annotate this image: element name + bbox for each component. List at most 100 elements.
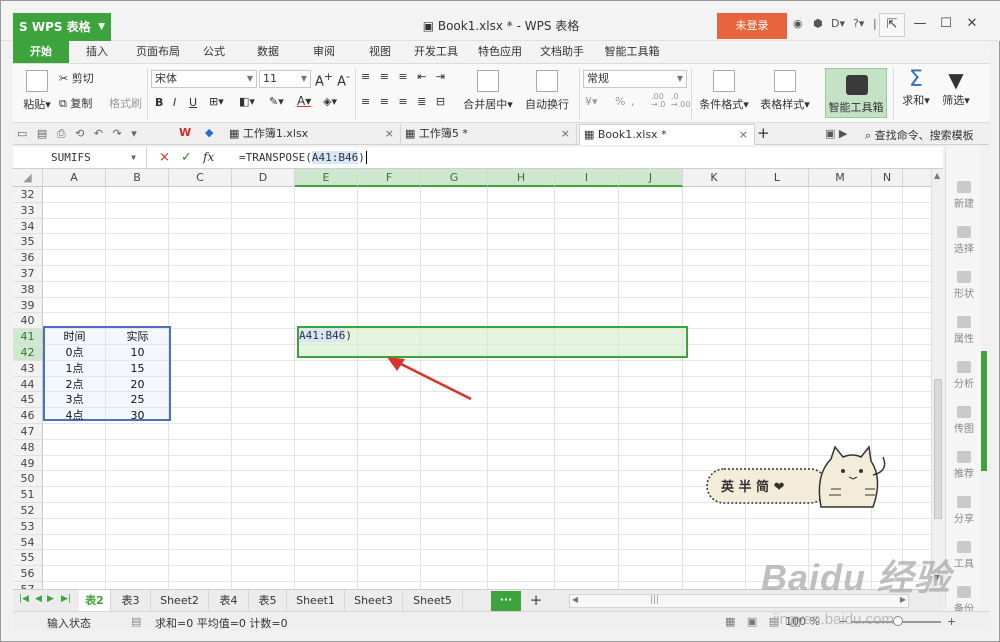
- formula-input[interactable]: =TRANSPOSE(A41:B46): [239, 147, 367, 169]
- row-header-48[interactable]: 48: [13, 439, 43, 456]
- table-cell[interactable]: 25: [106, 392, 169, 408]
- sum-button[interactable]: Σ 求和▾: [897, 68, 935, 108]
- tab-data[interactable]: 数据: [247, 41, 289, 63]
- paste-button[interactable]: 粘贴▾: [19, 70, 55, 112]
- row-header-57[interactable]: 57: [13, 582, 43, 589]
- row-header-36[interactable]: 36: [13, 250, 43, 266]
- sidebar-item-0[interactable]: 新建: [946, 181, 982, 210]
- tab-page-layout[interactable]: 页面布局: [129, 41, 187, 63]
- table-header-cell[interactable]: 时间: [43, 329, 106, 345]
- add-sheet-button[interactable]: +: [525, 590, 547, 612]
- scroll-right-icon[interactable]: ▶: [900, 595, 906, 604]
- sidebar-item-6[interactable]: 推荐: [946, 451, 982, 480]
- settings-icon[interactable]: ⬢: [813, 17, 823, 30]
- row-header-51[interactable]: 51: [13, 487, 43, 503]
- sidebar-item-4[interactable]: 分析: [946, 361, 982, 390]
- column-header-k[interactable]: K: [683, 169, 746, 187]
- number-format-select[interactable]: 常规 ▼: [583, 70, 687, 88]
- row-header-43[interactable]: 43: [13, 360, 43, 377]
- tab-doc-assistant[interactable]: 文档助手: [531, 41, 593, 63]
- table-cell[interactable]: 2点: [43, 377, 106, 393]
- row-header-40[interactable]: 40: [13, 313, 43, 330]
- wrap-text-button[interactable]: 自动换行: [521, 70, 573, 112]
- doc-tab-workbook5[interactable]: ▦ 工作簿5 * ×: [401, 124, 577, 145]
- row-header-50[interactable]: 50: [13, 471, 43, 488]
- row-header-49[interactable]: 49: [13, 455, 43, 472]
- cloud-icon[interactable]: ◆: [205, 126, 213, 139]
- sheet-tab-1[interactable]: 表3: [111, 590, 151, 612]
- tab-home[interactable]: 开始: [13, 41, 69, 63]
- table-cell[interactable]: 10: [106, 345, 169, 361]
- help-icon[interactable]: ?▾: [853, 17, 864, 30]
- first-sheet-icon[interactable]: |◀: [19, 594, 29, 604]
- row-header-56[interactable]: 56: [13, 566, 43, 582]
- sheet-tab-2[interactable]: Sheet2: [151, 590, 209, 612]
- sidebar-item-3[interactable]: 属性: [946, 316, 982, 345]
- table-cell[interactable]: 1点: [43, 361, 106, 377]
- column-header-c[interactable]: C: [169, 169, 232, 187]
- percent-button[interactable]: %: [615, 95, 625, 108]
- sheet-tab-5[interactable]: Sheet1: [287, 590, 345, 612]
- zoom-slider-knob[interactable]: [893, 616, 903, 626]
- scroll-thumb-grip[interactable]: |||: [650, 595, 659, 605]
- scroll-down-icon[interactable]: ▼: [934, 573, 940, 582]
- zoom-level[interactable]: 100 %: [785, 615, 820, 628]
- font-grow-button[interactable]: A+ A-: [315, 70, 350, 89]
- tab-insert[interactable]: 插入: [75, 41, 119, 63]
- row-header-34[interactable]: 34: [13, 218, 43, 235]
- sidebar-item-8[interactable]: 工具: [946, 541, 982, 570]
- tab-view[interactable]: 视图: [359, 41, 401, 63]
- row-header-55[interactable]: 55: [13, 550, 43, 567]
- row-header-33[interactable]: 33: [13, 202, 43, 219]
- row-header-35[interactable]: 35: [13, 234, 43, 251]
- sidebar-item-2[interactable]: 形状: [946, 271, 982, 300]
- thousands-icon[interactable]: ,: [631, 95, 635, 108]
- doc-tab-book1[interactable]: ▦ Book1.xlsx * ×: [579, 124, 755, 145]
- sidebar-item-1[interactable]: 选择: [946, 226, 982, 255]
- minimize-button[interactable]: —: [907, 13, 933, 37]
- skin-icon[interactable]: ◉: [793, 17, 803, 30]
- column-header-h[interactable]: H: [488, 169, 555, 187]
- tab-features[interactable]: 特色应用: [469, 41, 531, 63]
- sidebar-item-7[interactable]: 分享: [946, 496, 982, 525]
- row-header-54[interactable]: 54: [13, 534, 43, 551]
- zoom-in-icon[interactable]: +: [947, 615, 956, 628]
- column-header-f[interactable]: F: [358, 169, 421, 187]
- quick-access-icons[interactable]: ▭ ▤ ⎙ ⟲ ↶ ↷ ▾: [17, 127, 140, 141]
- table-cell[interactable]: 30: [106, 408, 169, 424]
- row-header-47[interactable]: 47: [13, 424, 43, 440]
- cut-button[interactable]: ✂ 剪切: [59, 70, 94, 86]
- font-name-select[interactable]: 宋体 ▼: [151, 70, 257, 88]
- format-painter-button[interactable]: 格式刷: [109, 95, 142, 111]
- restore-ribbon-button[interactable]: ⇱: [879, 13, 905, 37]
- row-header-52[interactable]: 52: [13, 503, 43, 519]
- row-header-38[interactable]: 38: [13, 281, 43, 298]
- share-doc-icon[interactable]: D▾: [831, 17, 845, 30]
- select-all-corner[interactable]: ◢: [13, 169, 43, 187]
- table-cell[interactable]: 0点: [43, 345, 106, 361]
- next-sheet-icon[interactable]: ▶: [47, 594, 54, 604]
- row-header-42[interactable]: 42: [13, 345, 43, 361]
- row-header-32[interactable]: 32: [13, 187, 43, 203]
- doc-tab-workbook1[interactable]: ▦ 工作簿1.xlsx ×: [225, 124, 401, 145]
- column-header-n[interactable]: N: [872, 169, 903, 187]
- insert-function-button[interactable]: fx: [203, 150, 214, 164]
- close-tab-icon[interactable]: ×: [561, 124, 570, 144]
- table-style-button[interactable]: 表格样式▾: [757, 70, 813, 112]
- increase-decimal-icon[interactable]: .00 →.0: [651, 93, 665, 109]
- sheet-tab-7[interactable]: Sheet5: [403, 590, 463, 612]
- decrease-decimal-icon[interactable]: .0 →.00: [671, 93, 690, 109]
- currency-icon[interactable]: ¥▾: [585, 95, 598, 108]
- zoom-out-icon[interactable]: −: [839, 615, 848, 628]
- align-left-icons[interactable]: ≡ ≡ ≡ ≣ ⊟: [361, 95, 448, 108]
- clear-icon[interactable]: ◈▾: [323, 95, 337, 108]
- column-header-g[interactable]: G: [421, 169, 488, 187]
- filter-button[interactable]: ▼ 筛选▾: [937, 68, 975, 108]
- tab-formula[interactable]: 公式: [193, 41, 235, 63]
- sheet-tab-0[interactable]: 表2: [79, 590, 111, 612]
- row-header-39[interactable]: 39: [13, 297, 43, 314]
- row-header-46[interactable]: 46: [13, 408, 43, 424]
- highlight-icon[interactable]: ✎▾: [269, 95, 284, 108]
- scroll-thumb[interactable]: [934, 379, 942, 519]
- sheet-tab-6[interactable]: Sheet3: [345, 590, 403, 612]
